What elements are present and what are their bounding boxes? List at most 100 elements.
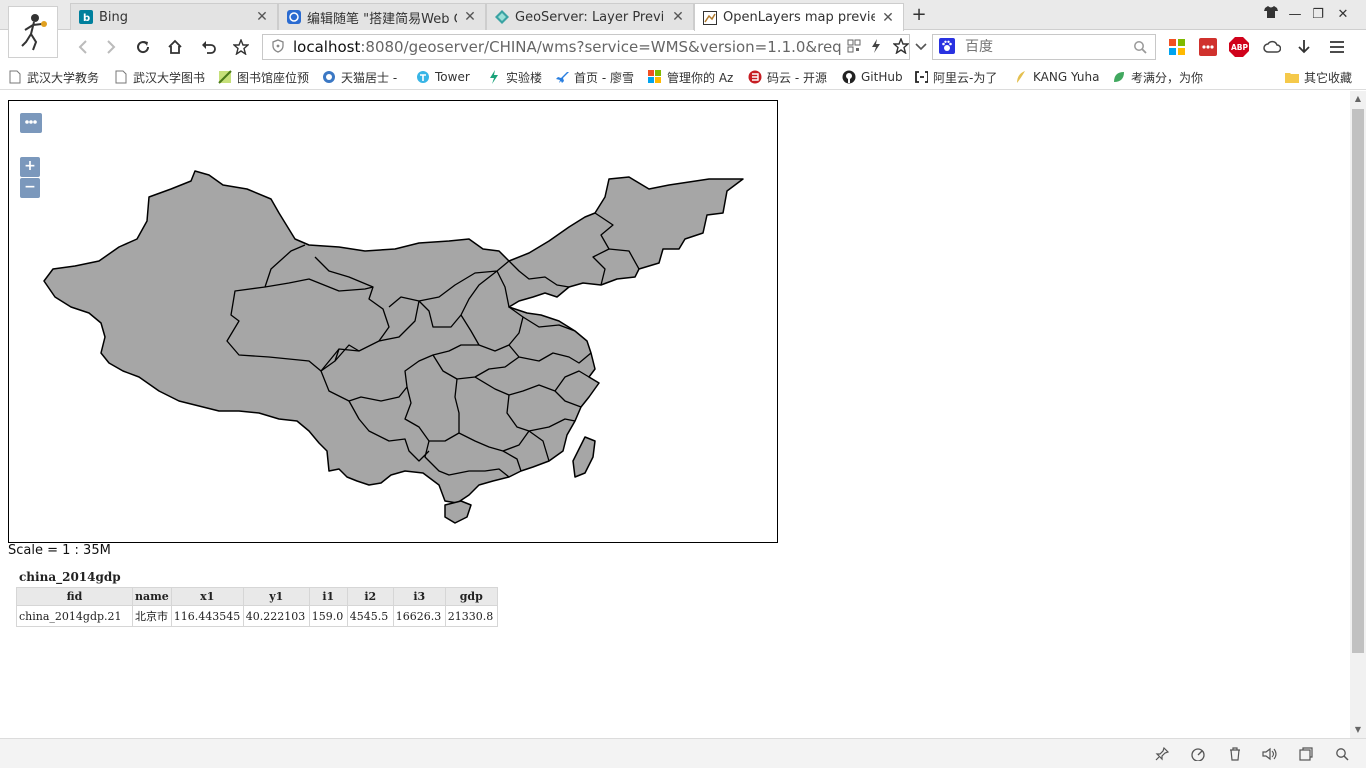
bookmark-item[interactable]: 实验楼 [487,68,542,86]
column-header: x1 [170,587,244,606]
qr-code-icon[interactable] [847,39,861,56]
page-icon [8,70,22,84]
bookmark-item[interactable]: GitHub [842,68,903,86]
bookmark-item[interactable]: 管理你的 Az [648,68,733,86]
bookmark-item[interactable]: 天猫居士 - [322,68,397,86]
table-cell: 北京市 [132,605,172,627]
zoom-in-button[interactable]: + [20,157,40,177]
bookmark-item[interactable]: 武汉大学图书 [114,68,205,86]
table-header-row: fid name x1 y1 i1 i2 i3 gdp [16,587,498,606]
bookmark-label: 天猫居士 - [341,70,398,85]
tab-openlayers[interactable]: OpenLayers map preview ✕ [694,3,904,31]
volume-icon[interactable] [1261,746,1279,762]
leaf-icon [1112,70,1126,84]
search-box[interactable] [932,34,1156,60]
close-icon[interactable]: ✕ [463,9,477,25]
navigation-bar: localhost:8080/geoserver/CHINA/wms?servi… [0,30,1366,64]
bookmark-label: 码云 - 开源 [767,70,827,85]
taiwan-shape [572,436,596,478]
bookmark-item[interactable]: 图书馆座位预 [218,68,309,86]
search-icon[interactable] [1133,40,1147,57]
bookmark-label: 实验楼 [506,70,543,85]
tab-title: GeoServer: Layer Preview [515,9,665,25]
bookmark-item[interactable]: 考满分，为你 [1112,68,1203,86]
apps-grid-icon[interactable] [1167,37,1187,57]
tab-title: Bing [99,9,129,25]
window-icon[interactable] [1297,746,1315,762]
table-cell: 40.222103 [242,605,310,627]
bookmark-item[interactable]: 武汉大学教务 [8,68,99,86]
security-shield-icon [271,38,285,56]
table-cell: 21330.8 [444,605,498,627]
column-header: gdp [444,587,498,606]
undo-close-tab-button[interactable] [198,36,220,58]
chevron-down-icon[interactable] [910,36,932,58]
zoom-out-button[interactable]: − [20,178,40,198]
favorite-star-icon[interactable] [892,36,910,57]
home-button[interactable] [164,36,186,58]
scrollbar-thumb[interactable] [1352,109,1364,653]
zoom-icon[interactable] [1333,746,1351,762]
trash-icon[interactable] [1226,746,1244,762]
tab-bing[interactable]: b Bing ✕ [70,3,278,30]
china-provinces-map[interactable] [9,101,778,543]
star-icon[interactable] [230,36,252,58]
svg-text:ABP: ABP [1231,43,1249,52]
layer-switcher-button[interactable] [20,113,42,133]
column-header: y1 [242,587,310,606]
cnblogs-icon [287,10,301,24]
url-text[interactable]: localhost:8080/geoserver/CHINA/wms?servi… [293,38,843,56]
avatar[interactable] [8,6,58,58]
bing-icon: b [79,10,93,24]
speed-gauge-icon[interactable] [1189,746,1207,762]
cloud-icon[interactable] [1262,37,1282,57]
bookmark-item[interactable]: Tower [416,68,470,86]
page-icon [114,70,128,84]
window-close-button[interactable]: ✕ [1332,4,1354,26]
tab-geoserver[interactable]: GeoServer: Layer Preview ✕ [486,3,694,30]
vertical-scrollbar[interactable]: ▲ ▼ [1350,91,1366,738]
other-bookmarks-folder[interactable]: 其它收藏 [1285,68,1352,86]
url-host: localhost [293,38,361,56]
download-icon[interactable] [1294,37,1314,57]
pin-icon[interactable] [1153,746,1171,762]
adblock-icon[interactable]: ABP [1229,37,1249,57]
logo-icon [322,70,336,84]
bookmark-item[interactable]: 首页 - 廖雪 [555,68,634,86]
address-bar[interactable]: localhost:8080/geoserver/CHINA/wms?servi… [262,34,910,60]
dots-extension-icon[interactable] [1198,37,1218,57]
bookmark-label: 武汉大学图书 [133,70,206,85]
close-icon[interactable]: ✕ [255,9,269,25]
maximize-button[interactable]: ❐ [1307,4,1329,26]
table-cell: 116.443545 [170,605,244,627]
shirt-icon[interactable] [1260,4,1282,26]
bookmark-label: 图书馆座位预 [237,70,310,85]
aliyun-icon [914,70,928,84]
back-button[interactable] [72,36,94,58]
bookmark-item[interactable]: 码云 - 开源 [748,68,827,86]
close-icon[interactable]: ✕ [671,9,685,25]
feature-table: fid name x1 y1 i1 i2 i3 gdp china_2014gd… [16,587,498,627]
minimize-button[interactable]: — [1284,4,1306,26]
scroll-down-arrow[interactable]: ▼ [1350,722,1366,738]
lightning-icon[interactable] [871,38,881,56]
forward-button[interactable] [100,36,122,58]
tab-cnblogs[interactable]: 编辑随笔 "搭建简易Web GI ✕ [278,3,486,30]
microsoft-icon [648,70,662,84]
bookmark-label: 武汉大学教务 [27,70,100,85]
menu-icon[interactable] [1327,37,1347,57]
folder-icon [1285,70,1299,84]
bookmark-item[interactable]: 阿里云-为了 [914,68,997,86]
close-icon[interactable]: ✕ [881,10,895,26]
map-viewport[interactable]: + − [8,100,778,543]
bookmark-label: KANG Yuha [1033,70,1100,84]
reload-button[interactable] [132,36,154,58]
column-header: fid [16,587,133,606]
new-tab-button[interactable]: + [908,4,930,26]
hainan-shape [444,500,472,524]
scroll-up-arrow[interactable]: ▲ [1350,91,1366,107]
bookmark-item[interactable]: KANG Yuha [1014,68,1099,86]
search-input[interactable] [965,39,1125,55]
rocket-icon [555,70,569,84]
page-content: + − Scale = 1 : 35M china_2014gdp fid na… [0,91,1350,738]
